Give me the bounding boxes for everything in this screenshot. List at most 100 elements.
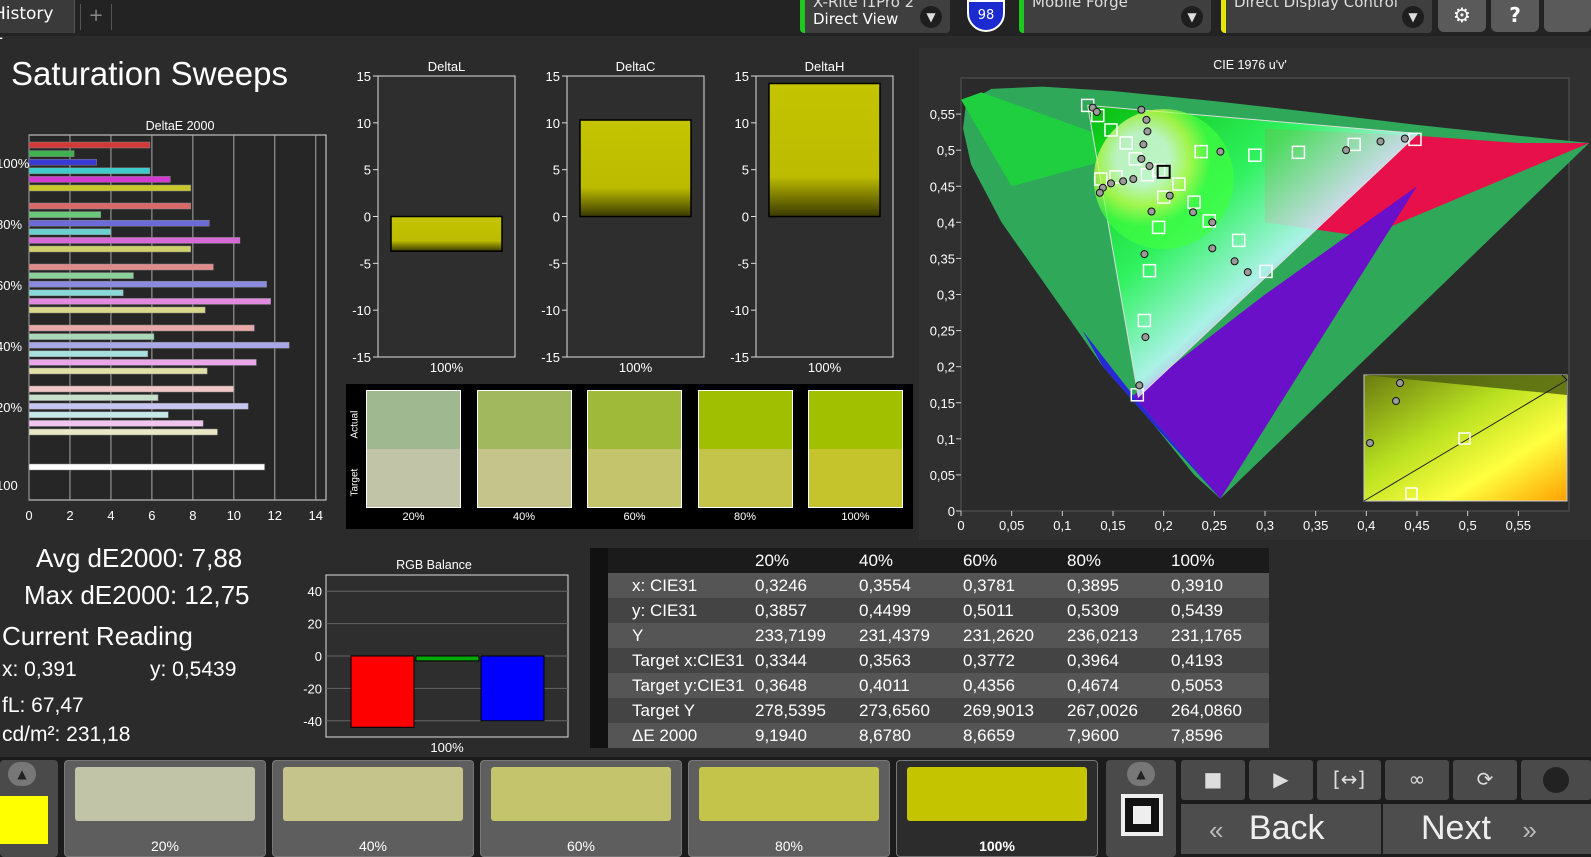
- delta-chart-title: DeltaH: [805, 59, 845, 74]
- play-icon: ▶: [1273, 767, 1289, 791]
- display-control-dropdown[interactable]: Direct Display Control ▼: [1221, 0, 1432, 33]
- cie-x-tick: 0,05: [999, 518, 1024, 533]
- cie-measured-marker: [1119, 177, 1128, 186]
- swatch-comparison-panel: Actual Target 20% 40% 60% 80% 100%: [346, 384, 913, 529]
- swatch-label: 60%: [623, 511, 646, 523]
- settings-button[interactable]: ⚙: [1438, 0, 1486, 32]
- delta-y-tick: 15: [357, 69, 371, 84]
- tab-history-1[interactable]: History 1: [0, 0, 75, 44]
- cie-whitepoint-glow: [1093, 109, 1234, 250]
- delta-bar: [768, 82, 881, 218]
- deltae-bar: [28, 367, 208, 375]
- deltae-x-tick: 6: [148, 508, 155, 523]
- current-y: y: 0,5439: [150, 658, 237, 681]
- swatch-label: 40%: [512, 511, 536, 523]
- back-button[interactable]: « Back: [1181, 804, 1381, 854]
- bottom-swatch-button[interactable]: 20%: [64, 760, 266, 857]
- actual-swatch: [366, 390, 461, 449]
- stop-button[interactable]: ■: [1181, 760, 1245, 800]
- delta-y-tick: -10: [730, 303, 749, 318]
- bottom-swatch-button[interactable]: 60%: [480, 760, 682, 857]
- swatch-label: 100%: [841, 511, 870, 523]
- bottom-swatch-button[interactable]: 100%: [896, 760, 1098, 857]
- play-button[interactable]: ▶: [1249, 760, 1313, 800]
- avg-de2000: Avg dE2000: 7,88: [36, 543, 243, 573]
- current-patch-panel: ▲: [0, 760, 58, 857]
- bottom-swatch-label: 80%: [774, 838, 804, 854]
- record-button[interactable]: [1521, 760, 1591, 800]
- bottom-swatch-label: 20%: [150, 838, 180, 854]
- deltae-group-label: 20%: [0, 400, 22, 415]
- delta-y-tick: -15: [541, 350, 560, 365]
- actual-swatch: [476, 390, 572, 449]
- cie-inset-measured-marker: [1396, 379, 1404, 387]
- loop-icon: ∞: [1408, 767, 1426, 791]
- chevron-up-icon[interactable]: ▲: [8, 762, 36, 786]
- cie-y-tick: 0,15: [930, 396, 955, 411]
- deltae-bar: [28, 298, 271, 305]
- cie-measured-marker: [1208, 244, 1217, 253]
- deltae-group-label: 60%: [0, 278, 22, 293]
- delta-category-label: 100%: [808, 360, 842, 375]
- delta-y-tick: -15: [352, 350, 371, 365]
- bottom-swatch-button[interactable]: 80%: [688, 760, 890, 857]
- delta-lch-charts: DeltaL 15 10 5 0 -5 -10 -15 100% DeltaC 15 10 5 0 -5 -1…: [352, 59, 894, 375]
- cie-measured-marker: [1230, 257, 1239, 266]
- delta-y-tick: 10: [546, 116, 560, 131]
- pattern-generator-dropdown[interactable]: Mobile Forge ▼: [1019, 0, 1211, 33]
- cie-y-tick: 0,3: [937, 288, 955, 303]
- cie-measured-marker: [1145, 162, 1154, 171]
- delta-category-label: 100%: [619, 360, 653, 375]
- refresh-button[interactable]: ⟳: [1453, 760, 1517, 800]
- deltae-bar: [28, 341, 290, 349]
- deltae-bar: [28, 420, 204, 427]
- help-button[interactable]: ?: [1491, 0, 1539, 32]
- delta-y-tick: -15: [730, 350, 749, 365]
- bottom-swatch-label: 40%: [358, 838, 388, 854]
- max-de2000: Max dE2000: 12,75: [24, 580, 250, 610]
- deltae-2000-chart: 0 2 4 6 8 10 12 14 100% 80% 60% 40% 20% 100: [0, 134, 327, 523]
- extra-toolbar-button[interactable]: [1544, 0, 1591, 32]
- chevron-down-icon: ▼: [1402, 6, 1424, 28]
- bottom-swatch-color: [907, 767, 1087, 821]
- add-tab-button[interactable]: +: [80, 4, 112, 30]
- loop-button[interactable]: ∞: [1385, 760, 1449, 800]
- cie-x-tick: 0,1: [1053, 518, 1071, 533]
- back-button-label: Back: [1248, 809, 1325, 847]
- fullscreen-pattern-icon[interactable]: [1121, 794, 1163, 836]
- cie-measured-marker: [1376, 137, 1385, 146]
- cie-measured-marker: [1147, 207, 1156, 216]
- table-cell: 264,0860: [1165, 698, 1269, 723]
- cie-measured-marker: [1141, 333, 1150, 342]
- table-cell: 9,1940: [749, 723, 853, 748]
- cie-measured-marker: [1092, 107, 1101, 116]
- table-cell: 0,4011: [853, 673, 957, 698]
- bottom-swatch-button[interactable]: 40%: [272, 760, 474, 857]
- deltae-bar: [28, 402, 249, 410]
- table-cell: 7,8596: [1165, 723, 1269, 748]
- table-cell: 0,3563: [853, 648, 957, 673]
- column-header: 80%: [1061, 548, 1165, 573]
- next-button[interactable]: Next »: [1383, 804, 1591, 854]
- step-button[interactable]: [↔]: [1317, 760, 1381, 800]
- delta-y-tick: 5: [364, 163, 371, 178]
- cie-x-tick: 0,5: [1459, 518, 1477, 533]
- stop-icon: ■: [1203, 767, 1223, 791]
- bottom-swatch-color: [699, 767, 879, 821]
- chevron-up-icon[interactable]: ▲: [1127, 762, 1155, 786]
- record-icon: [1543, 767, 1569, 793]
- swatch-column: 40%: [476, 390, 572, 526]
- table-cell: 0,3910: [1165, 573, 1269, 598]
- table-cell: 0,4193: [1165, 648, 1269, 673]
- deltae-x-tick: 12: [268, 508, 282, 523]
- bottom-swatch-label: 100%: [979, 838, 1015, 854]
- cie-measured-marker: [1143, 127, 1152, 136]
- deltae-bar: [28, 245, 192, 253]
- table-row-label: ΔE 2000: [590, 723, 749, 748]
- delta-chart-title: DeltaL: [428, 59, 466, 74]
- table-cell: 231,4379: [853, 623, 957, 648]
- meter-dropdown[interactable]: X-Rite i1Pro 2 Direct View ▼: [800, 0, 950, 33]
- column-header: 40%: [853, 548, 957, 573]
- tab-history-label: History 1: [0, 4, 54, 44]
- cie-x-tick: 0,55: [1506, 518, 1531, 533]
